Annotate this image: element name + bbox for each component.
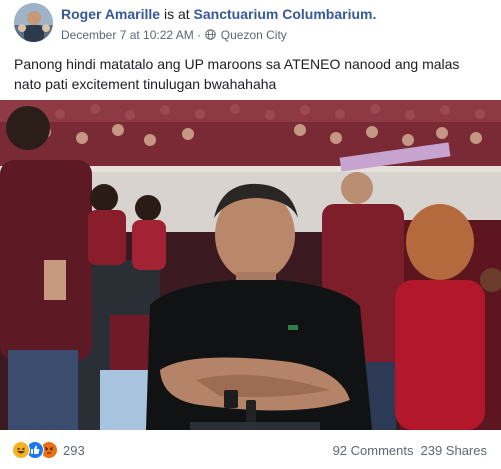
haha-icon <box>12 441 30 459</box>
post-location[interactable]: Quezon City <box>221 28 287 42</box>
meta-separator: · <box>197 27 202 42</box>
place-link[interactable]: Sanctuarium Columbarium. <box>194 6 377 22</box>
post-photo[interactable] <box>0 100 501 430</box>
post-caption: Panong hindi matatalo ang UP maroons sa … <box>14 56 460 92</box>
reaction-count: 293 <box>63 442 85 458</box>
checkin-verb: is at <box>163 6 190 22</box>
globe-icon <box>205 29 217 41</box>
post-header: Roger Amarille is at Sanctuarium Columba… <box>0 0 501 46</box>
engagement-counts: 92 Comments 239 Shares <box>333 443 487 458</box>
post-meta: December 7 at 10:22 AM · Quezon City <box>61 27 287 42</box>
author-name-link[interactable]: Roger Amarille <box>61 6 160 22</box>
post-footer: 293 92 Comments 239 Shares <box>0 430 501 469</box>
reactions-summary[interactable]: 293 <box>12 441 85 459</box>
author-line: Roger Amarille is at Sanctuarium Columba… <box>61 6 376 22</box>
post-timestamp[interactable]: December 7 at 10:22 AM <box>61 28 194 42</box>
avatar[interactable] <box>14 3 53 42</box>
comments-link[interactable]: 92 Comments <box>333 443 414 458</box>
shares-link[interactable]: 239 Shares <box>421 443 488 458</box>
facebook-post: Roger Amarille is at Sanctuarium Columba… <box>0 0 501 469</box>
